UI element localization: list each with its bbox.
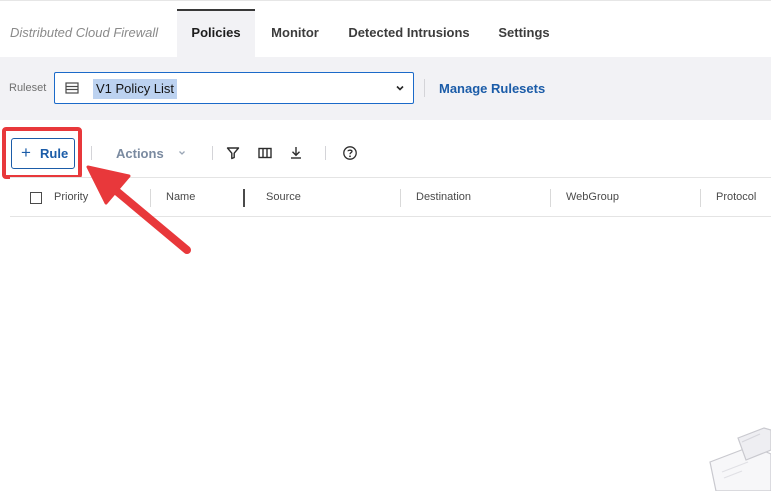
filter-icon[interactable] bbox=[225, 145, 241, 161]
empty-state-illustration bbox=[709, 427, 771, 491]
product-title: Distributed Cloud Firewall bbox=[10, 25, 159, 40]
divider bbox=[325, 146, 326, 160]
divider bbox=[424, 79, 425, 97]
tab-settings[interactable]: Settings bbox=[489, 9, 559, 58]
tab-monitor[interactable]: Monitor bbox=[262, 9, 328, 58]
actions-dropdown[interactable]: Actions bbox=[104, 143, 199, 165]
top-navigation: Distributed Cloud Firewall Policies Moni… bbox=[0, 0, 771, 58]
table-header: Priority Name Source Destination WebGrou… bbox=[10, 177, 771, 217]
column-header-webgroup[interactable]: WebGroup bbox=[566, 191, 619, 203]
actions-label: Actions bbox=[116, 146, 164, 161]
select-all-checkbox[interactable] bbox=[30, 192, 42, 204]
column-separator[interactable] bbox=[550, 189, 551, 207]
help-icon[interactable] bbox=[342, 145, 358, 161]
column-header-name[interactable]: Name bbox=[166, 191, 195, 203]
ruleset-select[interactable]: V1 Policy List bbox=[54, 72, 414, 104]
download-icon[interactable] bbox=[288, 145, 304, 161]
table-body bbox=[10, 217, 771, 491]
chevron-down-icon bbox=[179, 151, 185, 155]
column-header-priority[interactable]: Priority bbox=[54, 191, 88, 203]
column-separator[interactable] bbox=[400, 189, 401, 207]
divider bbox=[91, 146, 92, 160]
column-header-source[interactable]: Source bbox=[266, 191, 301, 203]
manage-rulesets-link[interactable]: Manage Rulesets bbox=[439, 81, 545, 96]
tab-detected-intrusions[interactable]: Detected Intrusions bbox=[340, 9, 478, 58]
column-resize-handle[interactable] bbox=[243, 189, 245, 207]
ruleset-bar: Ruleset V1 Policy List Manage Rulesets bbox=[0, 57, 771, 120]
column-separator[interactable] bbox=[150, 189, 151, 207]
chevron-down-icon[interactable] bbox=[395, 83, 405, 93]
ruleset-selected-value: V1 Policy List bbox=[93, 79, 178, 99]
column-header-protocol[interactable]: Protocol bbox=[716, 191, 756, 203]
tab-policies[interactable]: Policies bbox=[177, 9, 255, 58]
list-icon bbox=[65, 82, 79, 94]
column-header-destination[interactable]: Destination bbox=[416, 191, 471, 203]
ruleset-label: Ruleset bbox=[9, 82, 47, 94]
columns-icon[interactable] bbox=[257, 145, 273, 161]
divider bbox=[212, 146, 213, 160]
column-separator[interactable] bbox=[700, 189, 701, 207]
highlight-box bbox=[2, 127, 82, 179]
